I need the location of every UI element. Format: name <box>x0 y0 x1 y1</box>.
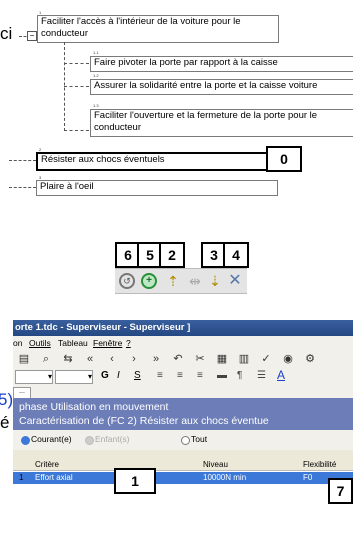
callout-0: 0 <box>266 146 302 172</box>
col-header-flexibilite[interactable]: Flexibilité <box>303 460 336 469</box>
last-icon[interactable]: » <box>145 351 167 367</box>
app-window: orte 1.tdc - Superviseur - Superviseur ]… <box>13 320 353 536</box>
radio-child-label: Enfant(s) <box>95 434 130 444</box>
align-right-icon[interactable]: ≡ <box>197 370 203 381</box>
list-icon[interactable]: ☰ <box>257 370 266 381</box>
undo-icon[interactable]: ↺ <box>119 273 135 289</box>
tree-node-1-2[interactable]: Assurer la solidarité entre la porte et … <box>90 79 353 95</box>
tree-connector <box>64 86 89 87</box>
node-number: 1.2 <box>93 73 99 78</box>
chart-icon[interactable]: ▥ <box>233 351 255 367</box>
callout-4: 4 <box>223 242 249 268</box>
phase-line: phase Utilisation en mouvement <box>19 401 169 413</box>
paste-icon[interactable]: ▦ <box>211 351 233 367</box>
tree-connector <box>64 63 89 64</box>
left-edge-text-top: ci <box>0 24 13 43</box>
justify-icon[interactable]: ▬ <box>217 370 227 381</box>
font-color-icon[interactable]: A <box>277 368 285 382</box>
font-select[interactable]: ▾ <box>15 370 53 384</box>
menu-item-outils[interactable]: Outils <box>29 338 51 348</box>
align-left-icon[interactable]: ≡ <box>157 370 163 381</box>
first-icon[interactable]: « <box>79 351 101 367</box>
node-number: 1.1 <box>93 50 99 55</box>
node-text: Faciliter l'accès à l'intérieur de la vo… <box>41 16 241 27</box>
radio-all-label: Tout <box>191 434 208 444</box>
underline-button[interactable]: S <box>134 370 141 381</box>
undo-icon[interactable]: ↶ <box>167 351 189 367</box>
tab-label: ... <box>19 388 25 395</box>
delete-icon[interactable]: ✕ <box>225 271 245 291</box>
move-down-icon[interactable]: ⇣ <box>205 271 225 291</box>
node-text: Résister aux chocs éventuels <box>41 154 165 165</box>
menu-item-fenetre[interactable]: Fenêtre <box>93 338 122 348</box>
tree-node-3[interactable]: Plaire à l'oeil <box>36 180 278 196</box>
col-header-niveau[interactable]: Niveau <box>203 460 228 469</box>
menu-item-tableau[interactable]: Tableau <box>58 338 88 348</box>
menu-bar: on Outils Tableau Fenêtre ? <box>13 337 353 350</box>
table-row[interactable]: 1 Effort axial 10000N min F0 <box>13 472 353 484</box>
table-header-row: Critère Niveau Flexibilité <box>13 450 353 471</box>
radio-current-label: Courant(e) <box>31 434 72 444</box>
spell-icon[interactable]: ✓ <box>255 351 277 367</box>
node-text: Plaire à l'oeil <box>40 181 94 192</box>
criteria-table: Critère Niveau Flexibilité 1 Effort axia… <box>13 450 353 536</box>
standard-toolbar: ▤ ⌕ ⇆ «‹ ›» ↶ ✂ ▦ ▥ ✓ ◉ ⚙ <box>13 351 353 367</box>
align-center-icon[interactable]: ≡ <box>177 370 183 381</box>
window-title: orte 1.tdc - Superviseur - Superviseur ] <box>15 322 191 333</box>
bold-button[interactable]: G <box>101 370 109 381</box>
move-horizontal-icon[interactable]: ⇹ <box>185 271 205 291</box>
tree-node-1[interactable]: Faciliter l'accès à l'intérieur de la vo… <box>37 15 279 43</box>
prev-icon[interactable]: ‹ <box>101 351 123 367</box>
callout-1: 1 <box>114 468 156 494</box>
phase-header: phase Utilisation en mouvement Caractéri… <box>13 398 353 430</box>
col-header-critere[interactable]: Critère <box>35 460 59 469</box>
move-up-icon[interactable]: ⇡ <box>163 271 183 291</box>
tree-node-1-1[interactable]: Faire pivoter la porte par rapport à la … <box>90 56 353 72</box>
find-icon[interactable]: ⌕ <box>35 351 57 367</box>
add-icon[interactable]: + <box>141 273 157 289</box>
node-text: Assurer la solidarité entre la porte et … <box>94 80 318 91</box>
row-critere: Effort axial <box>35 473 73 482</box>
menu-item-help[interactable]: ? <box>126 338 131 348</box>
settings-icon[interactable]: ⚙ <box>299 351 321 367</box>
node-text: Faciliter l'ouverture et la fermeture de… <box>94 110 318 121</box>
left-edge-text-mid2: é <box>0 413 10 432</box>
tree-connector <box>9 187 36 188</box>
format-toolbar: ▾ ▾ G I S ≡ ≡ ≡ ▬ ¶ ☰ A <box>13 368 353 386</box>
paragraph-icon[interactable]: ¶ <box>237 370 242 381</box>
node-text: conducteur <box>41 28 89 39</box>
node-text: Faire pivoter la porte par rapport à la … <box>94 57 278 68</box>
zoom-icon[interactable]: ◉ <box>277 351 299 367</box>
document-tab[interactable]: ... <box>13 387 31 398</box>
size-select[interactable]: ▾ <box>55 370 93 384</box>
window-title-bar: orte 1.tdc - Superviseur - Superviseur ] <box>13 320 353 336</box>
menu-item-partial[interactable]: on <box>13 338 22 348</box>
tree-connector <box>9 160 36 161</box>
italic-button[interactable]: I <box>117 370 120 381</box>
next-icon[interactable]: › <box>123 351 145 367</box>
node-text: conducteur <box>94 122 142 133</box>
node-number: 1.3 <box>93 103 99 108</box>
characterisation-line: Caractérisation de (FC 2) Résister aux c… <box>19 415 269 427</box>
filter-radio-row: Courant(e) Enfant(s) Tout <box>13 432 353 448</box>
table-empty-area <box>13 486 353 536</box>
replace-icon[interactable]: ⇆ <box>57 351 79 367</box>
cut-icon[interactable]: ✂ <box>189 351 211 367</box>
open-icon[interactable]: ▤ <box>13 351 35 367</box>
minus-box-icon[interactable]: − <box>27 31 37 41</box>
callout-2: 2 <box>159 242 185 268</box>
row-number: 1 <box>19 473 24 482</box>
row-flexibilite: F0 <box>303 473 313 482</box>
radio-all[interactable] <box>181 436 190 445</box>
tree-connector <box>64 130 89 131</box>
radio-current[interactable] <box>21 436 30 445</box>
tree-node-2[interactable]: Résister aux chocs éventuels <box>36 152 270 171</box>
row-niveau: 10000N min <box>203 473 247 482</box>
callout-7: 7 <box>328 478 353 504</box>
radio-child[interactable] <box>85 436 94 445</box>
tree-toolbar: ↺ + ⇡ ⇹ ⇣ ✕ <box>115 268 247 294</box>
tree-node-1-3[interactable]: Faciliter l'ouverture et la fermeture de… <box>90 109 353 137</box>
left-edge-text-mid1: 5) <box>0 390 14 409</box>
